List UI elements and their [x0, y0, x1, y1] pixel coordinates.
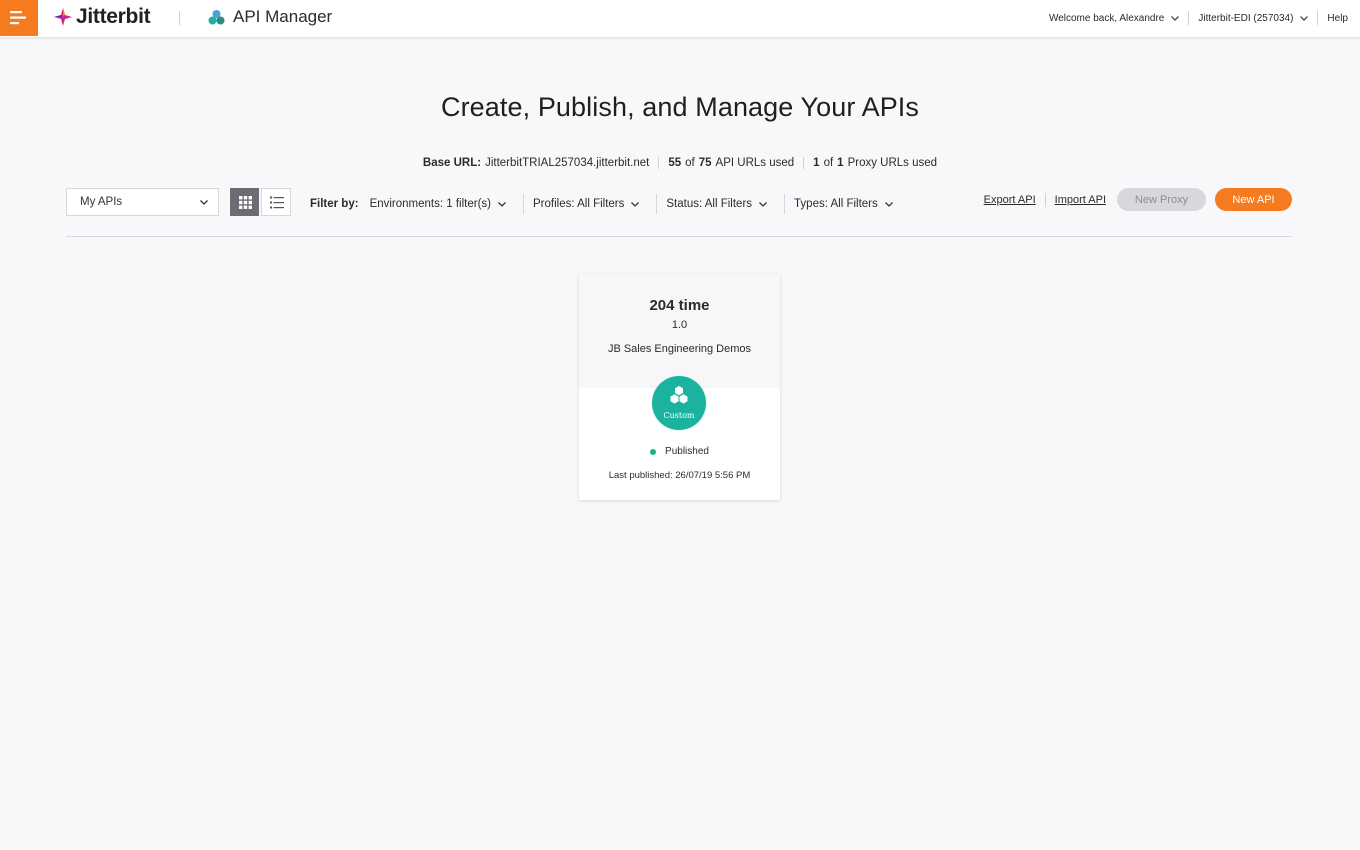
chevron-down-icon: [498, 201, 506, 207]
status-text: Published: [665, 446, 709, 457]
new-proxy-button[interactable]: New Proxy: [1117, 188, 1206, 211]
api-type-label: Custom: [663, 411, 695, 420]
filter-status[interactable]: Status: All Filters: [666, 198, 784, 210]
list-view-button[interactable]: [261, 188, 291, 216]
grid-view-icon: [239, 196, 252, 209]
export-api-link[interactable]: Export API: [984, 194, 1036, 206]
api-card-header: [579, 274, 780, 388]
chevron-down-icon: [1300, 15, 1309, 21]
grid-view-button[interactable]: [230, 188, 259, 216]
jitterbit-logo-icon: [54, 8, 72, 26]
api-actions: Export API Import API New Proxy New API: [984, 188, 1292, 211]
filter-separator: [656, 194, 658, 214]
header-separator: [179, 11, 180, 25]
api-card[interactable]: 204 time 1.0 JB Sales Engineering Demos …: [579, 274, 780, 500]
filter-profiles[interactable]: Profiles: All Filters: [533, 198, 656, 210]
api-environment: JB Sales Engineering Demos: [607, 343, 752, 355]
api-scope-value: My APIs: [80, 196, 123, 208]
hamburger-icon: [10, 11, 26, 25]
chevron-down-icon: [631, 201, 640, 207]
chevron-down-icon: [1171, 15, 1180, 21]
filter-label: Filter by:: [310, 198, 359, 210]
app-name: API Manager: [233, 7, 333, 26]
welcome-text: Welcome back, Alexandre: [1048, 12, 1165, 24]
app-title: API Manager: [208, 7, 332, 27]
user-nav: Welcome back, Alexandre Jitterbit-EDI (2…: [1049, 0, 1348, 36]
status-dot: [650, 448, 657, 455]
main-menu-button[interactable]: [0, 0, 38, 36]
proxy-url-usage: 1 of 1 Proxy URLs used: [803, 157, 946, 169]
filter-bar: Filter by: Environments: 1 filter(s) Pro…: [310, 190, 910, 218]
new-api-button[interactable]: New API: [1215, 188, 1292, 211]
filter-environments[interactable]: Environments: 1 filter(s): [370, 198, 523, 210]
list-view-icon: [270, 196, 284, 209]
api-version: 1.0: [671, 319, 688, 331]
base-url-value: JitterbitTRIAL257034.jitterbit.net: [485, 157, 650, 169]
action-separator: [1044, 192, 1046, 207]
toolbar-divider: [66, 236, 1292, 237]
base-url: Base URL: JitterbitTRIAL257034.jitterbit…: [422, 157, 650, 169]
filter-separator: [784, 194, 786, 214]
user-menu[interactable]: Welcome back, Alexandre: [1048, 12, 1180, 24]
org-name: Jitterbit-EDI (257034): [1198, 12, 1294, 24]
brand[interactable]: Jitterbit: [53, 5, 151, 29]
import-api-link[interactable]: Import API: [1055, 194, 1106, 206]
api-url-usage: 55 of 75 API URLs used: [658, 157, 803, 169]
chevron-down-icon: [200, 199, 208, 205]
custom-api-icon: [670, 386, 688, 404]
api-type-badge: Custom: [652, 376, 706, 430]
top-header: Jitterbit API Manager Welcome back, Alex…: [0, 0, 1360, 38]
page-title: Create, Publish, and Manage Your APIs: [440, 92, 920, 122]
filter-separator: [523, 194, 524, 214]
last-published: Last published: 26/07/19 5:56 PM: [608, 470, 751, 481]
chevron-down-icon: [884, 201, 893, 207]
api-manager-icon: [208, 9, 225, 24]
chevron-down-icon: [759, 201, 767, 207]
nav-separator: [1188, 11, 1190, 25]
brand-name: Jitterbit: [76, 5, 151, 28]
url-usage-info: Base URL: JitterbitTRIAL257034.jitterbit…: [0, 157, 1360, 169]
org-selector[interactable]: Jitterbit-EDI (257034): [1198, 12, 1309, 24]
api-status: Published: [579, 446, 780, 457]
help-link[interactable]: Help: [1327, 13, 1348, 24]
api-scope-select[interactable]: My APIs: [66, 188, 219, 216]
api-name: 204 time: [649, 297, 710, 314]
nav-separator: [1317, 11, 1319, 25]
filter-types[interactable]: Types: All Filters: [794, 198, 910, 210]
